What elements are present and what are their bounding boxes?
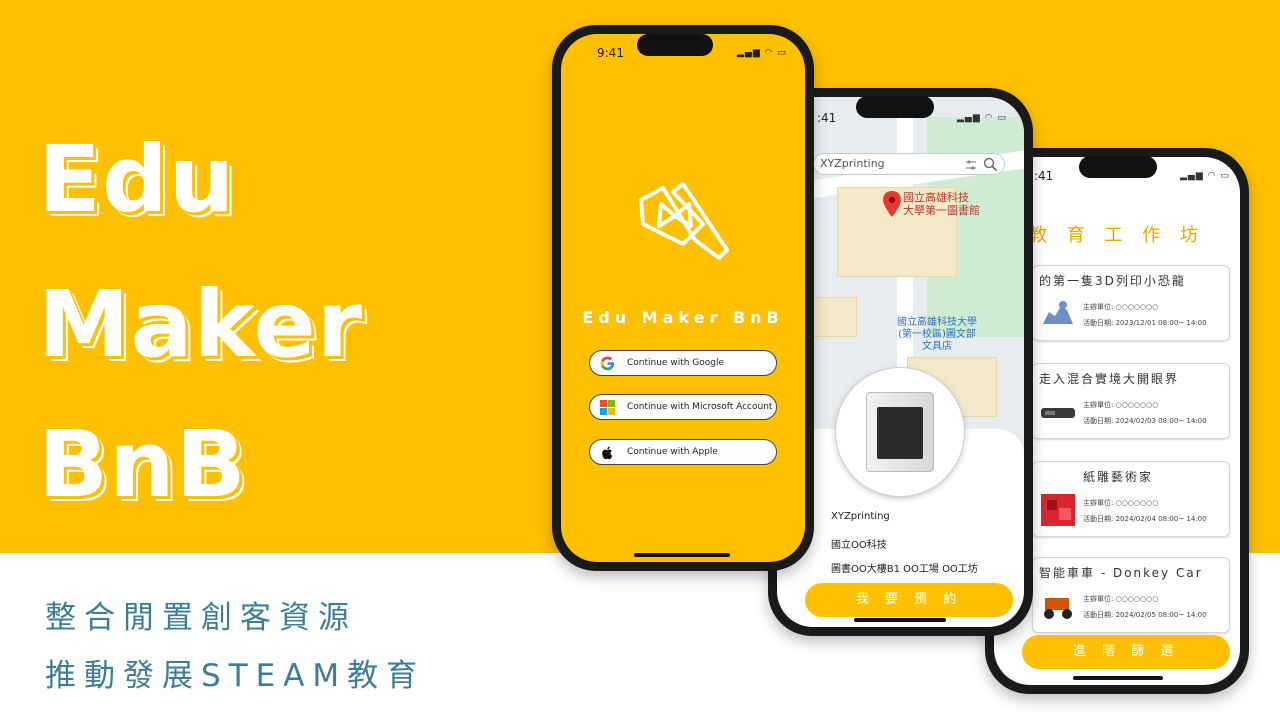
slogan-steam-education: 推動發展STEAM教育 xyxy=(45,658,426,694)
printer-door xyxy=(877,407,923,459)
dinosaur-thumbnail-icon xyxy=(1043,301,1073,324)
status-time: :41 xyxy=(817,111,837,125)
workshop-card[interactable]: 走入混合實境大開眼界 主辦單位: ○○○○○○○ 活動日期: 2024/02/0… xyxy=(1032,363,1230,439)
google-icon xyxy=(600,356,615,371)
book-reservation-button[interactable]: 我 要 預 約 xyxy=(805,583,1013,617)
hero-line-edu: Edu xyxy=(38,126,236,233)
printer-brand: XYZprinting xyxy=(831,511,890,522)
continue-google-label: Continue with Google xyxy=(627,358,725,368)
campus-label: 國立高雄科技大學 (第一校區)圖文部 文具店 xyxy=(897,317,977,352)
advanced-filter-button[interactable]: 進 階 篩 選 xyxy=(1022,635,1230,669)
home-indicator xyxy=(1073,676,1163,680)
phone-notch xyxy=(1079,156,1157,178)
workshop-date: 活動日期: 2024/02/05 08:00~ 14:00 xyxy=(1083,611,1207,619)
status-icons: ▂▄▆ ◠ ▭ xyxy=(957,113,1007,123)
edu-maker-logo-icon xyxy=(639,182,729,260)
login-screen: 9:41 ▂▄▆ ◠ ▭ Edu Maker BnB Continue with… xyxy=(561,34,805,562)
brand-name: Edu Maker BnB xyxy=(582,308,784,327)
workshop-date: 活動日期: 2024/02/04 08:00~ 14:00 xyxy=(1083,515,1207,523)
status-time: 9:41 xyxy=(597,46,624,60)
workshop-date: 活動日期: 2023/12/01 08:00~ 14:00 xyxy=(1083,319,1207,327)
hero-line-bnb: BnB xyxy=(38,411,247,518)
continue-google-button[interactable]: Continue with Google xyxy=(589,350,777,376)
workshop-card[interactable]: 紙雕藝術家 主辦單位: ○○○○○○○ 活動日期: 2024/02/04 08:… xyxy=(1032,461,1230,537)
location-pin-icon[interactable] xyxy=(883,191,901,217)
status-icons: ▂▄▆ ◠ ▭ xyxy=(1180,171,1230,181)
apple-icon xyxy=(602,446,613,460)
map-screen: :41 ▂▄▆ ◠ ▭ XYZprinting 國立高雄科技 大學第一圖書館 國… xyxy=(777,97,1024,627)
workshop-name: 走入混合實境大開眼界 xyxy=(1039,372,1180,386)
hero-line-maker: Maker xyxy=(38,271,364,378)
printer-location: 圖書OO大樓B1 OO工場 OO工坊 xyxy=(831,564,978,575)
continue-microsoft-button[interactable]: Continue with Microsoft Account xyxy=(589,394,777,420)
continue-apple-button[interactable]: Continue with Apple xyxy=(589,439,777,465)
phone-notch xyxy=(856,96,934,118)
workshop-name: 智能車車 - Donkey Car xyxy=(1039,566,1203,580)
workshop-card[interactable]: 的第一隻3D列印小恐龍 主辦單位: ○○○○○○○ 活動日期: 2023/12/… xyxy=(1032,265,1230,341)
workshop-organizer: 主辦單位: ○○○○○○○ xyxy=(1083,401,1159,409)
donkey-car-thumbnail-icon xyxy=(1044,598,1072,619)
continue-apple-label: Continue with Apple xyxy=(627,447,718,457)
map-search-text: XYZprinting xyxy=(820,157,885,170)
status-icons: ▂▄▆ ◠ ▭ xyxy=(737,48,787,58)
phone-login: 9:41 ▂▄▆ ◠ ▭ Edu Maker BnB Continue with… xyxy=(552,25,814,571)
filter-sliders-icon[interactable] xyxy=(964,158,978,172)
workshop-organizer: 主辦單位: ○○○○○○○ xyxy=(1083,595,1159,603)
workshop-organizer: 主辦單位: ○○○○○○○ xyxy=(1083,499,1159,507)
home-indicator xyxy=(854,618,946,622)
workshop-date: 活動日期: 2024/02/03 08:00~ 14:00 xyxy=(1083,417,1207,425)
search-icon[interactable] xyxy=(983,157,998,172)
vr-headset-thumbnail-icon xyxy=(1041,408,1075,418)
phone-notch xyxy=(637,34,713,56)
printer-body xyxy=(866,392,934,472)
microsoft-icon xyxy=(600,400,615,415)
home-indicator xyxy=(634,553,730,557)
workshop-name: 紙雕藝術家 xyxy=(1083,470,1154,484)
workshop-organizer: 主辦單位: ○○○○○○○ xyxy=(1083,303,1159,311)
workshop-card[interactable]: 智能車車 - Donkey Car 主辦單位: ○○○○○○○ 活動日期: 20… xyxy=(1032,557,1230,633)
slogan-integrate-resources: 整合閒置創客資源 xyxy=(45,600,357,636)
paper-art-thumbnail-icon xyxy=(1041,494,1075,526)
library-label: 國立高雄科技 大學第一圖書館 xyxy=(903,191,980,217)
status-time: :41 xyxy=(1034,169,1054,183)
printer-image xyxy=(835,367,965,497)
map-search-input[interactable]: XYZprinting xyxy=(813,153,1005,175)
workshop-name: 的第一隻3D列印小恐龍 xyxy=(1039,274,1186,288)
continue-microsoft-label: Continue with Microsoft Account xyxy=(627,402,773,412)
printer-organization: 國立OO科技 xyxy=(831,540,887,551)
